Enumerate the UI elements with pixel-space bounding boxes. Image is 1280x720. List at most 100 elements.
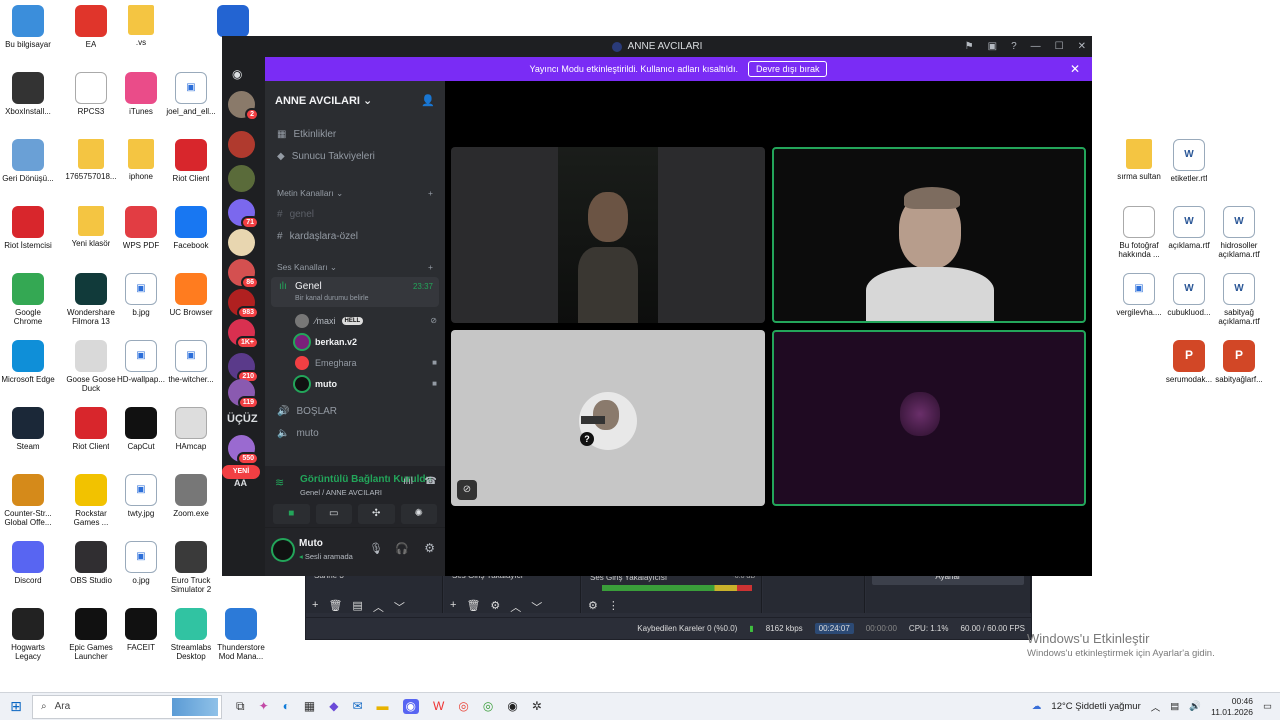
desktop-icon[interactable]: Facebook [163, 206, 219, 250]
taskbar-search[interactable]: ⌕ Ara [32, 694, 222, 719]
avatar[interactable] [273, 540, 293, 560]
user-name[interactable]: Muto [299, 538, 323, 549]
category-voice-channels[interactable]: Ses Kanalları ⌄ + [265, 257, 445, 277]
desktop-icon[interactable]: Riot İstemcisi [0, 206, 56, 250]
desktop-icon[interactable]: Wsabityağ açıklama.rtf [1211, 273, 1267, 326]
gear-icon[interactable]: ⚙ [490, 599, 500, 615]
desktop-icon[interactable]: Wetiketler.rtf [1161, 139, 1217, 183]
desktop-icon[interactable]: Riot Client [163, 139, 219, 183]
voice-user[interactable]: berkan.v2 [265, 331, 445, 352]
desktop-icon[interactable]: HAmcap [163, 407, 219, 451]
disable-button[interactable]: Devre dışı bırak [747, 61, 828, 77]
desktop-icon[interactable]: Bu fotoğraf hakkında ... [1111, 206, 1167, 259]
desktop-icon[interactable]: Waçıklama.rtf [1161, 206, 1217, 250]
server-icon[interactable] [228, 131, 255, 158]
add-channel-icon[interactable]: + [428, 262, 433, 272]
server-icon[interactable]: 550 [228, 435, 259, 465]
network-icon[interactable]: ▤ [1170, 701, 1179, 712]
desktop-icon[interactable]: Counter-Str... Global Offe... [0, 474, 56, 527]
desktop-icon[interactable]: Psabityağlarf... [1211, 340, 1267, 384]
desktop-icon[interactable]: 1765757018... [63, 139, 119, 181]
trash-icon[interactable]: 🗑 [466, 599, 480, 615]
voice-user[interactable]: ⁄maxi HELL ⊘ [265, 310, 445, 331]
weather-icon[interactable]: ☁ [1032, 701, 1042, 712]
store-icon[interactable]: ▦ [304, 699, 315, 714]
weather-text[interactable]: 12°C Şiddetli yağmur [1051, 701, 1140, 712]
copilot-icon[interactable]: ✦ [259, 699, 269, 714]
desktop-icon[interactable]: Goose Goose Duck [63, 340, 119, 393]
desktop-icon[interactable]: Thunderstore Mod Mana... [213, 608, 269, 661]
desktop-icon[interactable]: Yeni klasör [63, 206, 119, 248]
minimize-icon[interactable]: — [1031, 41, 1041, 52]
windows-start-icon[interactable]: ⊞ [0, 698, 32, 715]
desktop-icon[interactable]: iphone [113, 139, 169, 181]
desktop-icon[interactable]: iTunes [113, 72, 169, 116]
chrome-icon[interactable]: ◎ [458, 699, 468, 714]
desktop-icon[interactable]: Hogwarts Legacy [0, 608, 56, 661]
desktop-icon[interactable]: Microsoft Edge [0, 340, 56, 384]
desktop-icon[interactable]: ▣ HD-wallpap... [113, 340, 169, 384]
server-icon[interactable]: 86 [228, 259, 259, 289]
desktop-icon[interactable]: ▣ b.jpg [113, 273, 169, 317]
chevron-up-icon[interactable]: ︿ [510, 599, 521, 615]
voice-channel-boslar[interactable]: 🔊 BOŞLAR [265, 400, 445, 422]
task-view-icon[interactable]: ⧉ [236, 699, 245, 714]
volume-icon[interactable]: 🔊 [1189, 701, 1201, 712]
microphone-icon[interactable]: 🎙 [369, 542, 383, 555]
guild-aa[interactable]: AA [234, 478, 247, 488]
trash-icon[interactable]: 🗑 [328, 599, 342, 615]
discord-home-icon[interactable]: ◉ [232, 67, 250, 81]
channel-genel[interactable]: # genel [265, 203, 445, 225]
app-taskbar-icon[interactable]: ✲ [532, 699, 542, 714]
new-badge[interactable]: YENİ [222, 465, 260, 479]
desktop-icon[interactable]: Wcubukluod... [1161, 273, 1217, 317]
desktop-icon[interactable]: Google Chrome [0, 273, 56, 326]
chevron-up-icon[interactable]: ︿ [373, 599, 384, 615]
gear-icon[interactable]: ⚙ [424, 541, 435, 555]
desktop-icon[interactable]: Whidrosoller açıklama.rtf [1211, 206, 1267, 259]
video-tile-speaking[interactable] [772, 147, 1086, 323]
desktop-icon[interactable]: Wondershare Filmora 13 [63, 273, 119, 326]
voice-user[interactable]: muto ■ [265, 373, 445, 394]
filter-icon[interactable]: ▤ [352, 599, 362, 615]
inbox-icon[interactable]: ▣ [988, 41, 997, 52]
server-icon[interactable]: 1K+ [228, 319, 259, 349]
add-member-icon[interactable]: 👤 [421, 94, 435, 107]
server-icon[interactable] [228, 229, 255, 256]
add-channel-icon[interactable]: + [428, 188, 433, 198]
file-explorer-icon[interactable]: ▬ [377, 699, 389, 714]
gear-icon[interactable]: ⚙ [588, 599, 598, 612]
desktop-icon[interactable]: Riot Client [63, 407, 119, 451]
voice-channel-genel[interactable]: ılı Genel 23:37 Bir kanal durumu belirle [271, 277, 439, 307]
chevron-down-icon[interactable]: ﹀ [394, 599, 405, 615]
desktop-icon[interactable]: RPCS3 [63, 72, 119, 116]
nav-boosts[interactable]: ◆ Sunucu Takviyeleri [265, 145, 445, 167]
obs-taskbar-icon[interactable]: ◉ [507, 699, 517, 714]
desktop-icon[interactable]: XboxInstall... [0, 72, 56, 116]
video-tile-avatar[interactable]: ? ⊘ [451, 330, 765, 506]
server-icon[interactable]: 2 [228, 91, 259, 121]
channel-kardaslara-ozel[interactable]: # kardaşlara-özel [265, 225, 445, 247]
outlook-icon[interactable]: ✉ [352, 699, 362, 714]
desktop-icon[interactable]: Pserumodak... [1161, 340, 1217, 384]
desktop-icon[interactable]: Euro Truck Simulator 2 [163, 541, 219, 594]
desktop-icon[interactable]: ▣ vergilevha.... [1111, 273, 1167, 317]
screenshare-button[interactable]: ▭ [315, 504, 352, 524]
desktop-icon[interactable]: ▣ o.jpg [113, 541, 169, 585]
desktop-icon[interactable]: ▣ the-witcher... [163, 340, 219, 384]
server-icon[interactable]: 210 [228, 353, 259, 383]
add-icon[interactable]: + [450, 599, 456, 615]
maximize-icon[interactable]: ☐ [1055, 41, 1064, 52]
activities-button[interactable]: ✣ [358, 504, 395, 524]
voice-user[interactable]: Emeghara ■ [265, 352, 445, 373]
server-icon[interactable] [228, 165, 255, 192]
noise-suppression-icon[interactable]: ılıl [403, 476, 413, 487]
chevron-up-icon[interactable]: ︿ [1151, 700, 1161, 714]
flag-icon[interactable]: ⚑ [965, 41, 974, 52]
category-text-channels[interactable]: Metin Kanalları ⌄ + [265, 183, 445, 203]
connection-sub[interactable]: Genel / ANNE AVCILARI [300, 488, 382, 497]
headphones-icon[interactable]: 🎧 [395, 542, 409, 555]
server-icon[interactable]: 983 [228, 289, 259, 319]
help-icon[interactable]: ? [1011, 41, 1017, 52]
desktop-icon[interactable]: Epic Games Launcher [63, 608, 119, 661]
